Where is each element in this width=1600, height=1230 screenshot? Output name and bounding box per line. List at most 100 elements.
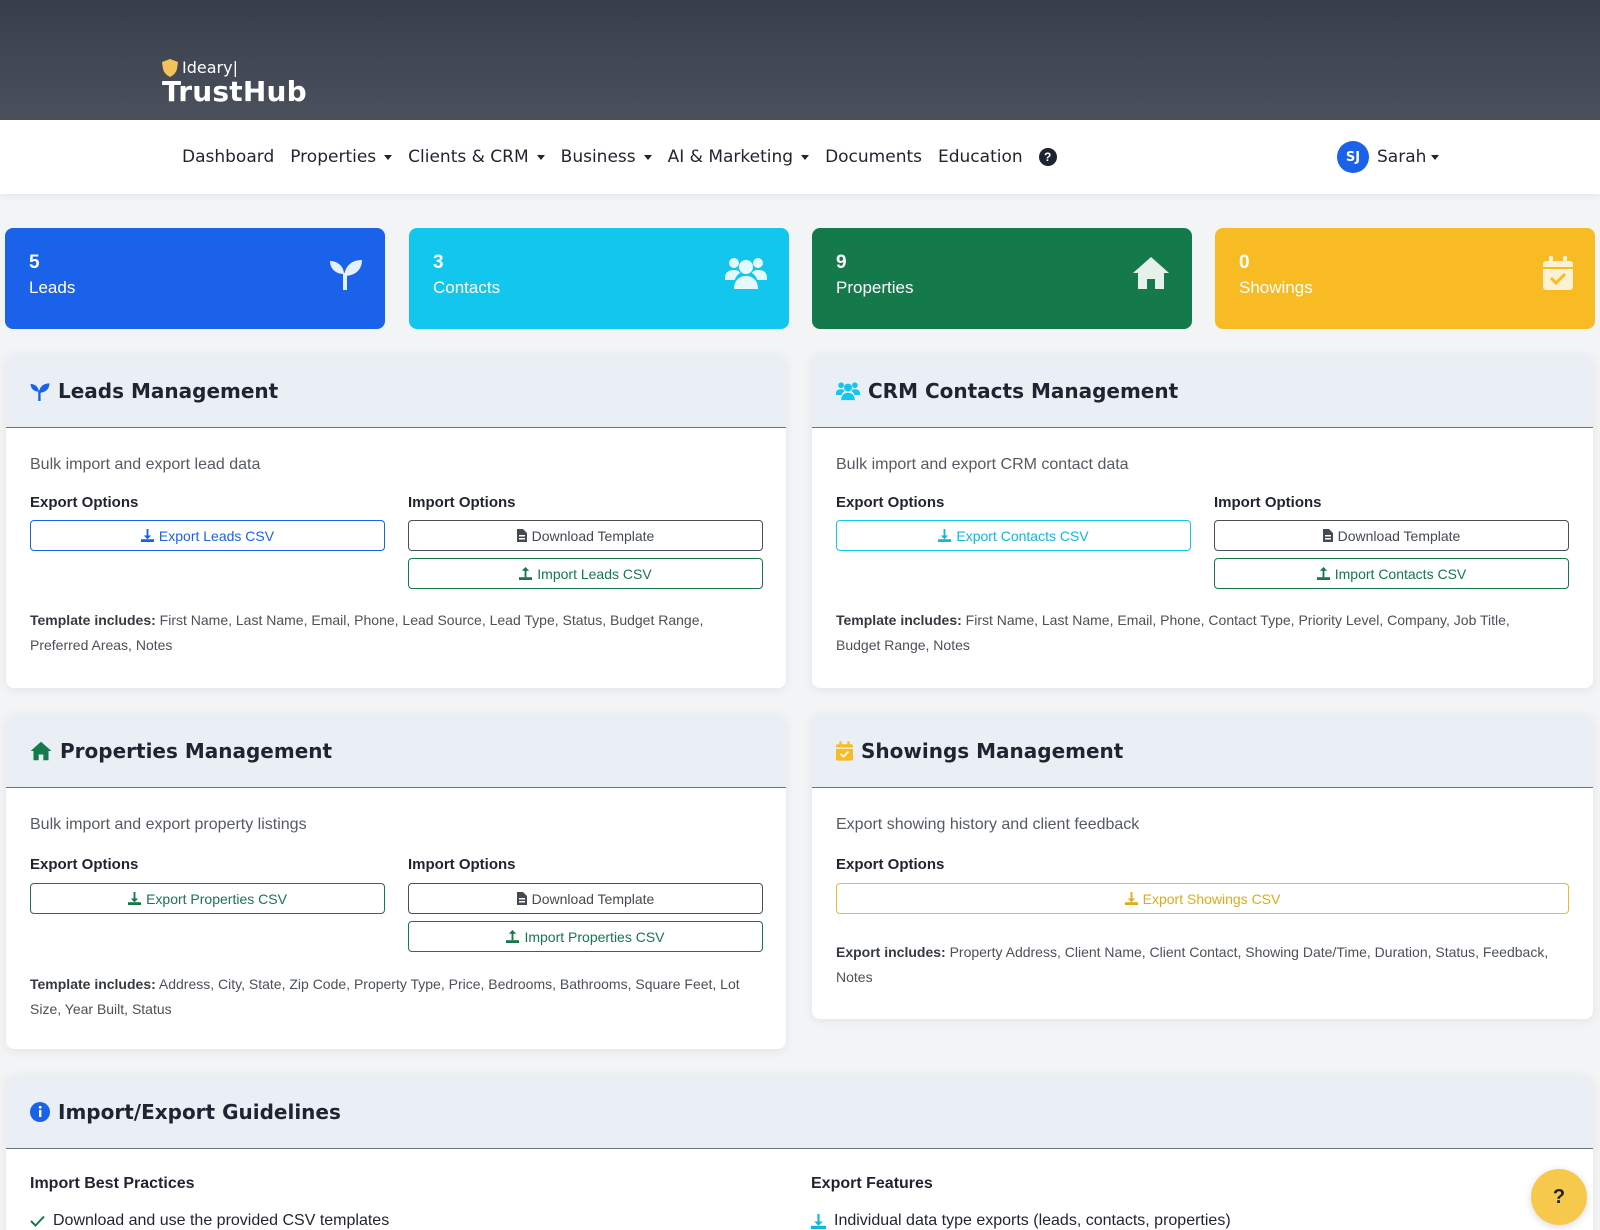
card-description: Bulk import and export CRM contact data xyxy=(836,456,1129,473)
help-circle-icon[interactable]: ? xyxy=(1038,148,1057,166)
button-label: Export Leads CSV xyxy=(158,527,275,544)
card-header: Properties Management xyxy=(6,714,786,788)
nav-label: Documents xyxy=(825,147,922,167)
brand-logo[interactable]: Ideary| TrustHub xyxy=(162,58,307,108)
export-options-heading: Export Options xyxy=(836,494,945,511)
stat-value: 0 xyxy=(1239,252,1250,273)
upload-icon xyxy=(1316,567,1330,580)
template-note: Template includes: First Name, Last Name… xyxy=(30,608,750,658)
template-note: Template includes: First Name, Last Name… xyxy=(836,608,1556,658)
export-note: Export includes: Property Address, Clien… xyxy=(836,940,1571,990)
import-contacts-button[interactable]: Import Contacts CSV xyxy=(1214,558,1569,589)
nav-clients-crm[interactable]: Clients & CRM xyxy=(408,147,545,167)
info-circle-icon xyxy=(30,1101,50,1122)
stat-card-contacts[interactable]: 3 Contacts xyxy=(409,228,789,329)
card-title: Leads Management xyxy=(58,378,279,403)
upload-icon xyxy=(506,930,520,943)
stat-value: 9 xyxy=(836,252,847,273)
card-title: Showings Management xyxy=(861,738,1124,763)
stat-value: 3 xyxy=(433,252,444,273)
export-options-heading: Export Options xyxy=(30,856,139,873)
export-options-heading: Export Options xyxy=(30,494,139,511)
button-label: Import Properties CSV xyxy=(524,928,665,945)
calendar-check-icon xyxy=(836,740,853,761)
import-options-heading: Import Options xyxy=(1214,494,1322,511)
top-banner: Ideary| TrustHub xyxy=(0,0,1600,120)
nav-label: Clients & CRM xyxy=(408,147,529,167)
note-label: Template includes: xyxy=(30,976,156,992)
stat-label: Showings xyxy=(1239,278,1313,297)
file-icon xyxy=(516,892,527,905)
card-description: Bulk import and export lead data xyxy=(30,456,261,473)
download-icon xyxy=(128,892,142,905)
export-showings-button[interactable]: Export Showings CSV xyxy=(836,883,1569,914)
nav-label: Properties xyxy=(290,147,377,167)
home-icon xyxy=(30,741,52,760)
file-icon xyxy=(1322,529,1333,542)
card-body: Bulk import and export lead data Export … xyxy=(6,428,786,653)
export-leads-button[interactable]: Export Leads CSV xyxy=(30,520,385,551)
import-properties-button[interactable]: Import Properties CSV xyxy=(408,921,763,952)
import-options-heading: Import Options xyxy=(408,494,516,511)
card-header: Import/Export Guidelines xyxy=(6,1075,1593,1149)
nav-documents[interactable]: Documents xyxy=(825,147,922,167)
stat-card-showings[interactable]: 0 Showings xyxy=(1215,228,1595,329)
nav-ai-marketing[interactable]: AI & Marketing xyxy=(668,147,810,167)
download-template-button[interactable]: Download Template xyxy=(408,520,763,551)
button-label: Import Leads CSV xyxy=(537,565,652,582)
import-options-heading: Import Options xyxy=(408,856,516,873)
calendar-check-icon xyxy=(1543,256,1573,290)
card-body: Bulk import and export CRM contact data … xyxy=(812,428,1593,653)
import-practices-heading: Import Best Practices xyxy=(30,1175,195,1192)
properties-management-card: Properties Management Bulk import and ex… xyxy=(6,714,786,1049)
note-label: Template includes: xyxy=(30,612,156,628)
card-header: Leads Management xyxy=(6,354,786,428)
home-icon xyxy=(1133,257,1169,289)
brand-name: TrustHub xyxy=(162,75,307,108)
card-header: CRM Contacts Management xyxy=(812,354,1593,428)
note-label: Export includes: xyxy=(836,944,946,960)
seedling-icon xyxy=(30,382,50,401)
button-label: Download Template xyxy=(531,527,655,544)
nav-business[interactable]: Business xyxy=(561,147,652,167)
download-template-button[interactable]: Download Template xyxy=(408,883,763,914)
list-item: Individual data type exports (leads, con… xyxy=(811,1212,1231,1230)
user-menu[interactable]: SJ Sarah xyxy=(1337,141,1440,173)
list-item-text: Individual data type exports (leads, con… xyxy=(834,1212,1231,1229)
upload-icon xyxy=(519,567,533,580)
download-template-button[interactable]: Download Template xyxy=(1214,520,1569,551)
download-icon xyxy=(1124,892,1138,905)
button-label: Export Showings CSV xyxy=(1142,890,1281,907)
button-label: Download Template xyxy=(531,890,655,907)
check-icon xyxy=(30,1215,45,1227)
caret-down-icon xyxy=(643,154,652,160)
card-title: Import/Export Guidelines xyxy=(58,1099,341,1124)
nav-properties[interactable]: Properties xyxy=(290,147,393,167)
export-contacts-button[interactable]: Export Contacts CSV xyxy=(836,520,1191,551)
export-properties-button[interactable]: Export Properties CSV xyxy=(30,883,385,914)
users-icon xyxy=(836,381,860,400)
import-leads-button[interactable]: Import Leads CSV xyxy=(408,558,763,589)
stat-card-properties[interactable]: 9 Properties xyxy=(812,228,1192,329)
nav-label: Business xyxy=(560,147,636,167)
file-icon xyxy=(516,529,527,542)
stat-label: Leads xyxy=(29,278,76,297)
button-label: Import Contacts CSV xyxy=(1334,565,1467,582)
stat-label: Properties xyxy=(836,278,914,297)
card-description: Bulk import and export property listings xyxy=(30,816,307,833)
download-icon xyxy=(140,529,154,542)
guidelines-card: Import/Export Guidelines Import Best Pra… xyxy=(6,1075,1593,1230)
button-label: Export Properties CSV xyxy=(146,890,287,907)
stat-card-leads[interactable]: 5 Leads xyxy=(5,228,385,329)
showings-management-card: Showings Management Export showing histo… xyxy=(812,714,1593,1019)
caret-down-icon xyxy=(801,154,810,160)
caret-down-icon xyxy=(1431,154,1440,160)
list-item: Download and use the provided CSV templa… xyxy=(30,1212,389,1230)
nav-dashboard[interactable]: Dashboard xyxy=(182,147,274,167)
floating-help-button[interactable]: ? xyxy=(1531,1169,1587,1225)
stat-value: 5 xyxy=(29,252,40,273)
leads-management-card: Leads Management Bulk import and export … xyxy=(6,354,786,688)
nav-education[interactable]: Education xyxy=(938,147,1023,167)
export-features-heading: Export Features xyxy=(811,1175,933,1192)
seedling-icon xyxy=(330,260,362,290)
